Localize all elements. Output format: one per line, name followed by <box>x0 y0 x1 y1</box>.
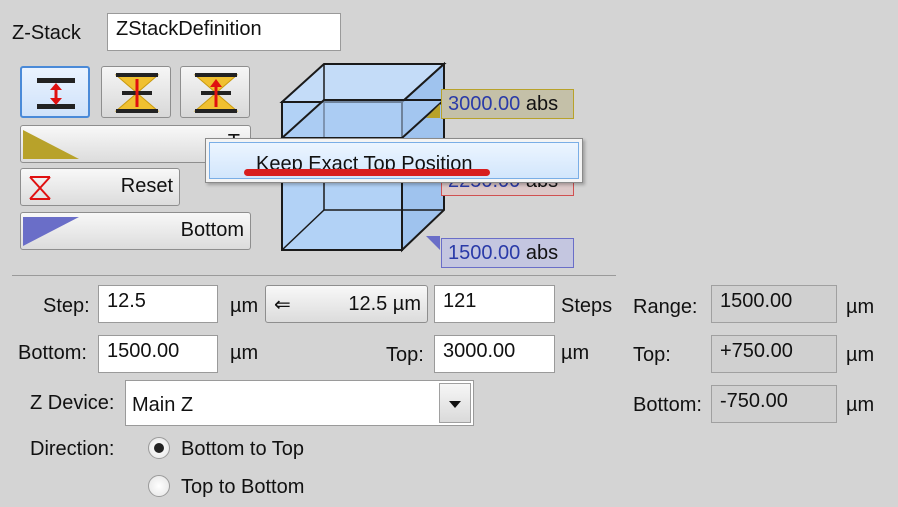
center-icon <box>114 73 160 113</box>
cube-top-label: 3000.00 abs <box>441 89 574 119</box>
range-label: Range: <box>633 296 698 318</box>
top-unit: µm <box>561 342 590 364</box>
mode-first-last-button[interactable] <box>20 66 90 118</box>
cube-bottom-unit: abs <box>525 242 559 264</box>
set-bottom-label: Bottom <box>180 219 244 241</box>
bottom-marker-icon <box>23 217 79 246</box>
cube-top-unit: abs <box>525 93 559 115</box>
direction-top-to-bottom-radio[interactable] <box>148 475 170 497</box>
top-label: Top: <box>386 344 424 366</box>
reset-icon <box>29 176 51 200</box>
reset-button[interactable]: Reset <box>20 168 180 206</box>
zstack-definition-field[interactable]: ZStackDefinition <box>107 13 341 51</box>
range-unit: µm <box>846 296 875 318</box>
summary-top-unit: µm <box>846 344 875 366</box>
cube-bottom-label: 1500.00 abs <box>441 238 574 268</box>
direction-option-bottom-to-top[interactable]: Bottom to Top <box>181 437 304 461</box>
zdevice-dropdown-button[interactable] <box>439 383 471 423</box>
zdevice-value: Main Z <box>132 394 194 416</box>
bottom-label: Bottom: <box>18 342 87 364</box>
section-divider <box>12 275 616 276</box>
top-marker-icon <box>23 130 79 159</box>
popup-menu: Keep Exact Top Position <box>205 138 583 183</box>
chevron-down-icon <box>449 401 461 408</box>
steps-field[interactable]: 121 <box>434 285 555 323</box>
summary-bottom-value: -750.00 <box>711 385 837 423</box>
apply-step-label: 12.5 µm <box>348 293 421 315</box>
reset-label: Reset <box>120 175 173 197</box>
summary-top-label: Top: <box>633 344 671 366</box>
summary-top-value: +750.00 <box>711 335 837 373</box>
steps-label: Steps <box>561 295 613 317</box>
zstack-label: Z-Stack <box>12 22 81 44</box>
step-label: Step: <box>43 295 90 317</box>
mode-keep-top-button[interactable] <box>180 66 250 118</box>
bottom-field[interactable]: 1500.00 <box>98 335 218 373</box>
keep-top-icon <box>193 73 239 113</box>
step-field[interactable]: 12.5 <box>98 285 218 323</box>
direction-option-top-to-bottom[interactable]: Top to Bottom <box>181 475 304 499</box>
apply-step-button[interactable]: ⇐ 12.5 µm <box>265 285 428 323</box>
summary-bottom-label: Bottom: <box>633 394 702 416</box>
highlight-underline <box>244 169 490 176</box>
cube-bottom-value: 1500.00 <box>448 242 521 264</box>
step-unit: µm <box>230 295 259 317</box>
set-bottom-button[interactable]: Bottom <box>20 212 251 250</box>
bottom-pointer-icon <box>426 236 440 250</box>
zdevice-select[interactable]: Main Z <box>125 380 474 426</box>
zdevice-label: Z Device: <box>30 392 115 414</box>
arrow-left-icon: ⇐ <box>274 294 291 316</box>
mode-center-button[interactable] <box>101 66 171 118</box>
direction-bottom-to-top-radio[interactable] <box>148 437 170 459</box>
summary-bottom-unit: µm <box>846 394 875 416</box>
radio-selected-dot <box>154 443 164 453</box>
first-last-icon <box>37 78 75 109</box>
top-pointer-icon <box>426 104 440 118</box>
cube-top-value: 3000.00 <box>448 93 521 115</box>
range-value: 1500.00 <box>711 285 837 323</box>
top-field[interactable]: 3000.00 <box>434 335 555 373</box>
direction-label: Direction: <box>30 438 115 460</box>
bottom-unit: µm <box>230 342 259 364</box>
